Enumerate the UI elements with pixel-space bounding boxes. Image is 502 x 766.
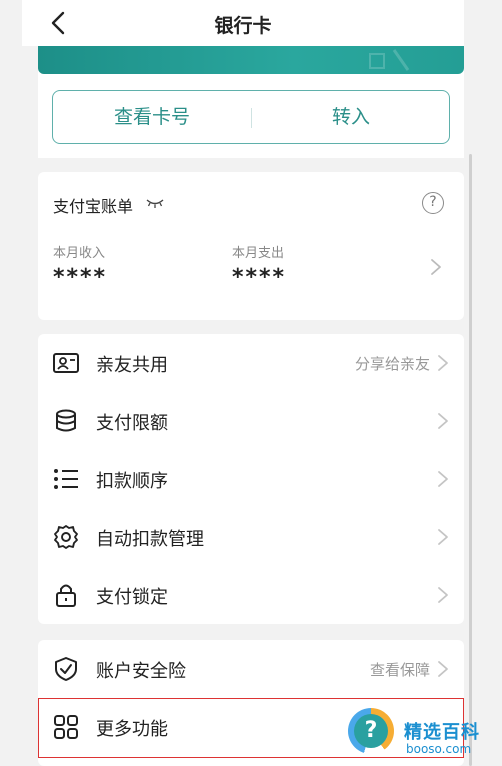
transfer-in-button[interactable]: 转入: [252, 91, 450, 143]
expense-label: 本月支出: [232, 246, 285, 261]
lock-icon: [56, 584, 76, 607]
chevron-right-icon: [438, 413, 448, 429]
alipay-bill-card[interactable]: 支付宝账单 ? 本月收入 **** 本月支出 ****: [38, 172, 464, 320]
expense-value: ****: [232, 265, 287, 290]
card-action-group: 查看卡号 转入: [52, 90, 450, 144]
chevron-right-icon: [431, 259, 441, 275]
card-decoration-icon: [369, 49, 410, 71]
list-item-label: 亲友共用: [96, 355, 168, 376]
income-label: 本月收入: [53, 246, 106, 261]
list-item-payment-limit[interactable]: 支付限额: [38, 392, 464, 450]
eye-closed-icon[interactable]: [146, 197, 164, 209]
bill-title: 支付宝账单: [53, 197, 134, 216]
income-value: ****: [53, 265, 108, 290]
list-item-payment-lock[interactable]: 支付锁定: [38, 566, 464, 624]
watermark-text: 精选百科: [404, 722, 480, 743]
card-banner: [38, 46, 464, 74]
list-item-hint: 查看保障: [369, 661, 430, 679]
list-item-account-insurance[interactable]: 账户安全险 查看保障: [38, 640, 464, 698]
list-item-hint: 分享给亲友: [354, 355, 430, 373]
id-card-icon: [53, 353, 79, 373]
chevron-right-icon: [438, 355, 448, 371]
help-icon[interactable]: ?: [422, 192, 444, 214]
list-item-deduction-order[interactable]: 扣款顺序: [38, 450, 464, 508]
bank-card-panel: 查看卡号 转入: [38, 46, 464, 158]
watermark-subtext: booso.com: [406, 742, 472, 756]
list-icon: [54, 469, 78, 489]
view-card-number-button[interactable]: 查看卡号: [53, 91, 251, 143]
shield-check-icon: [55, 657, 77, 681]
settings-list: 亲友共用 分享给亲友 支付限额 扣款顺序 自动扣款管理 支付锁定: [38, 334, 464, 624]
chevron-right-icon: [438, 529, 448, 545]
list-item-family-share[interactable]: 亲友共用 分享给亲友: [38, 334, 464, 392]
chevron-right-icon: [438, 661, 448, 677]
chevron-right-icon: [438, 471, 448, 487]
gear-icon: [54, 525, 78, 549]
list-item-label: 账户安全险: [96, 661, 186, 682]
database-icon: [56, 409, 76, 432]
page-title: 银行卡: [214, 15, 272, 37]
list-item-label: 支付限额: [96, 413, 168, 434]
list-item-label: 扣款顺序: [96, 471, 168, 492]
header-bar: 银行卡: [22, 0, 464, 46]
list-item-label: 支付锁定: [96, 587, 168, 608]
watermark: ? 精选百科 booso.com: [340, 704, 502, 766]
list-item-auto-deduction[interactable]: 自动扣款管理: [38, 508, 464, 566]
question-icon: ?: [354, 714, 388, 748]
chevron-right-icon: [438, 587, 448, 603]
list-item-label: 自动扣款管理: [96, 529, 204, 550]
scrollbar[interactable]: [469, 154, 472, 766]
